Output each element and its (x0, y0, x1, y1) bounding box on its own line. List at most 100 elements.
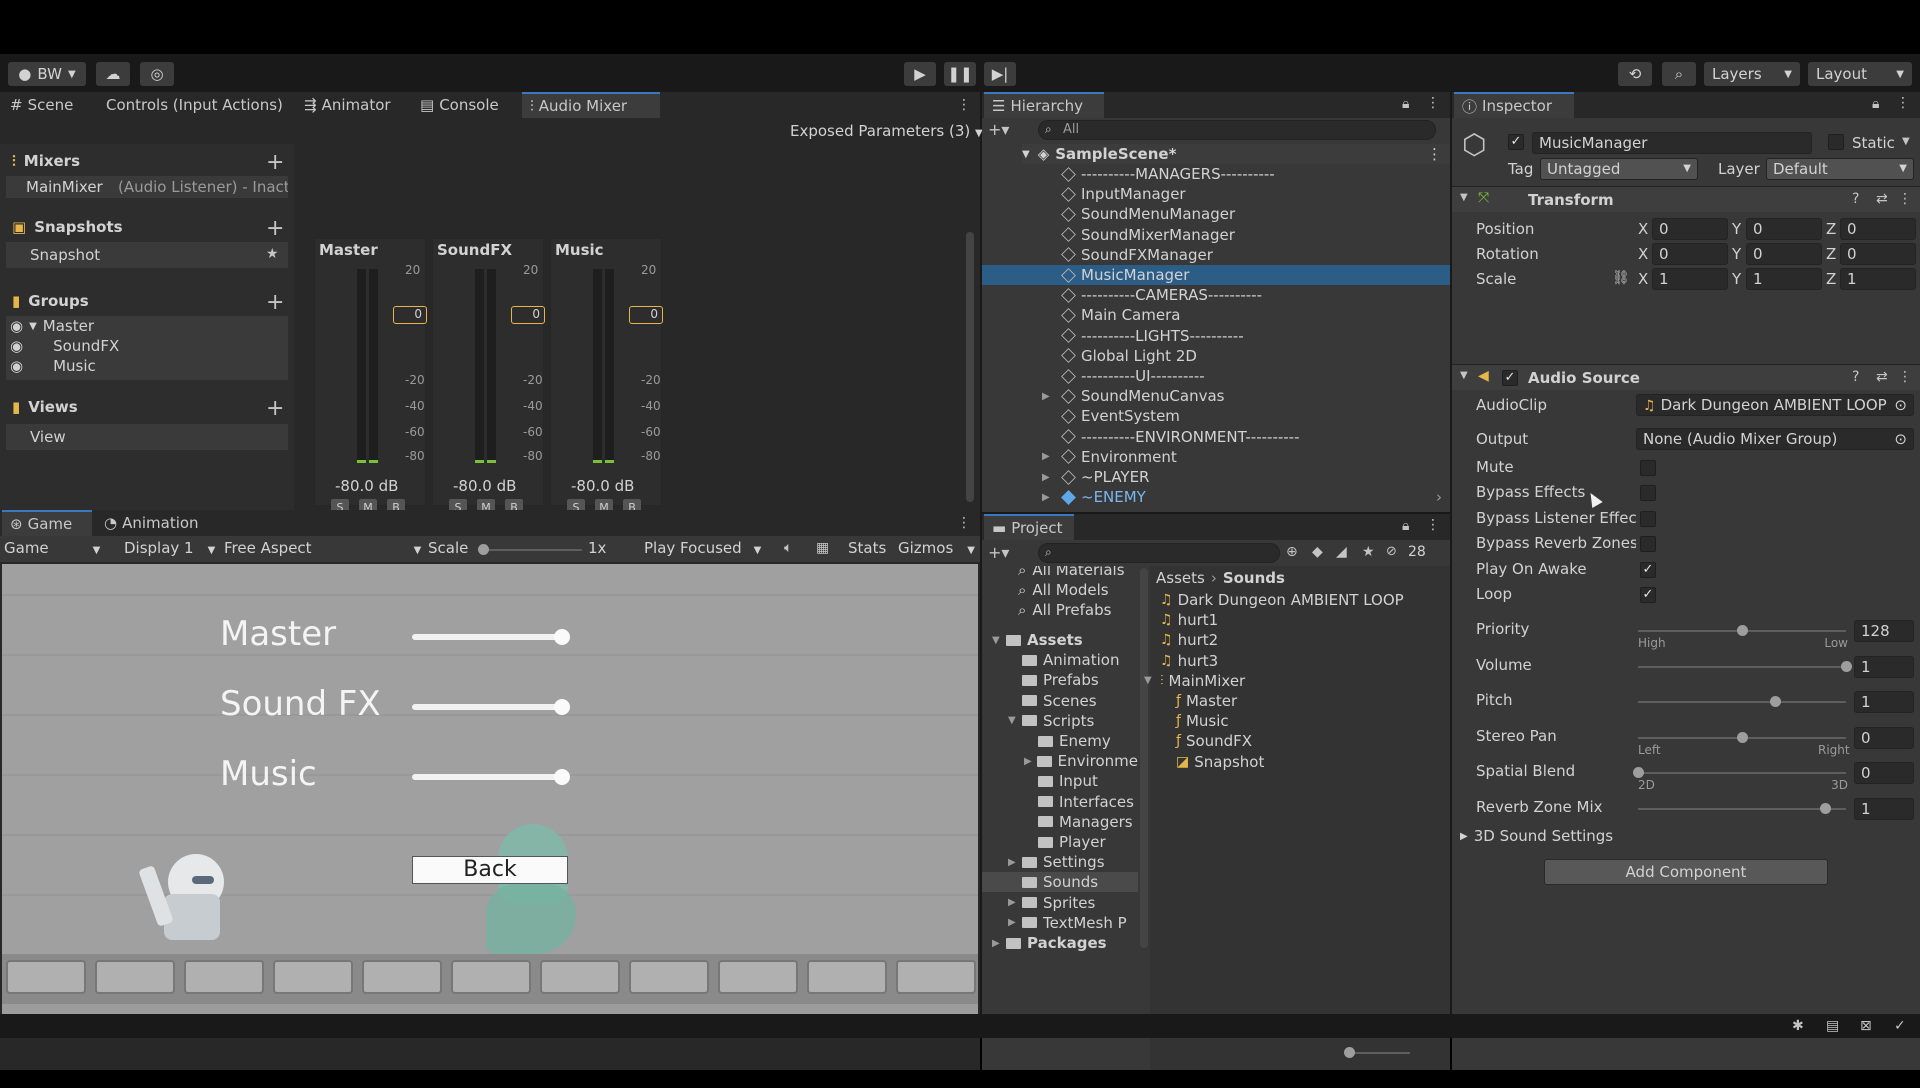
folder-item[interactable]: Enemy (982, 731, 1138, 751)
label-icon[interactable]: ◢ (1336, 544, 1347, 560)
slider-track[interactable] (1638, 665, 1846, 668)
hierarchy-item[interactable]: ▶ ~PLAYER (982, 467, 1450, 487)
chevron-right-icon[interactable]: ▶ (1008, 857, 1022, 868)
transform-y-field[interactable]: 0 (1746, 218, 1822, 240)
chevron-right-icon[interactable]: ▶ (992, 938, 1006, 949)
audioclip-field[interactable]: ♫ Dark Dungeon AMBIENT LOOP ⊙ (1636, 394, 1914, 416)
tab-inspector[interactable]: ⓘ Inspector (1454, 92, 1574, 118)
gizmos-dropdown[interactable]: Gizmos ▼ (898, 539, 975, 557)
slider-value-field[interactable]: 1 (1854, 797, 1914, 820)
hierarchy-item[interactable]: Main Camera (982, 305, 1450, 325)
tab-project[interactable]: ▬ Project (984, 514, 1074, 540)
group-soundfx[interactable]: ◉ SoundFX (10, 336, 119, 356)
toggle-checkbox[interactable] (1640, 460, 1656, 476)
hierarchy-item[interactable]: ----------ENVIRONMENT---------- (982, 427, 1450, 447)
folder-item[interactable]: Managers (982, 812, 1138, 832)
hierarchy-item[interactable]: MusicManager (982, 265, 1450, 285)
preset-icon[interactable]: ⇄ (1876, 369, 1888, 385)
slider-value-field[interactable]: 128 (1854, 620, 1914, 642)
breadcrumb-assets[interactable]: Assets (1156, 569, 1205, 587)
chevron-right-icon[interactable]: ▶ (1024, 756, 1037, 767)
more-icon[interactable]: ⋮ (1898, 369, 1912, 385)
slider-knob[interactable] (1633, 767, 1644, 778)
tab-hierarchy[interactable]: ☰ Hierarchy (984, 92, 1104, 118)
static-checkbox[interactable] (1828, 134, 1844, 150)
aspect-dropdown[interactable]: Free Aspect ▼ (224, 539, 421, 557)
hidden-packages-icon[interactable]: ⊘ (1386, 544, 1397, 559)
volume-fader-handle[interactable]: 0 (511, 306, 545, 324)
chevron-right-icon[interactable]: ▶ (1042, 492, 1050, 503)
tag-dropdown[interactable]: Untagged ▼ (1540, 158, 1698, 180)
asset-item[interactable]: ♫ hurt1 (1160, 610, 1218, 630)
chevron-down-icon[interactable]: ▼ (1460, 370, 1468, 381)
volume-fader-handle[interactable]: 0 (629, 306, 663, 324)
audio-source-enabled-checkbox[interactable]: ✓ (1502, 370, 1518, 386)
asset-item[interactable]: ♫ hurt2 (1160, 630, 1218, 650)
slider-knob[interactable] (1820, 802, 1832, 814)
audio-source-header[interactable]: ▼ ◀ ✓ Audio Source ? ⇄ ⋮ (1452, 364, 1920, 390)
check-icon[interactable]: ✓ (1894, 1018, 1906, 1034)
hierarchy-item[interactable]: ▶ ~ENEMY › (982, 487, 1450, 507)
add-snapshot-button[interactable]: + (266, 216, 284, 241)
more-icon[interactable]: ⋮ (1426, 517, 1440, 533)
play-focus-dropdown[interactable]: Play Focused ▼ (644, 539, 761, 557)
hierarchy-item[interactable]: ----------LIGHTS---------- (982, 326, 1450, 346)
create-button[interactable]: +▾ (988, 543, 1009, 562)
debug-icon[interactable]: ✱ (1792, 1018, 1804, 1034)
history-button[interactable]: ⟲ (1618, 62, 1652, 86)
chevron-right-icon[interactable]: › (1436, 488, 1442, 506)
scene-row[interactable]: ▼ ◈ SampleScene* ⋮ (1022, 144, 1450, 164)
lock-icon[interactable]: 🔒︎ (1872, 96, 1879, 112)
folder-item[interactable]: Prefabs (982, 670, 1138, 690)
toggle-checkbox[interactable] (1640, 536, 1656, 553)
eye-icon[interactable]: ◉ (10, 317, 23, 335)
sound3d-foldout[interactable]: ▶ 3D Sound Settings (1460, 826, 1613, 846)
asset-item[interactable]: ♫ hurt3 (1160, 651, 1218, 671)
pause-button[interactable]: ❚❚ (944, 62, 976, 86)
asset-item[interactable]: ƒ Music (1176, 711, 1229, 731)
hierarchy-item[interactable]: ▶ Environment (982, 447, 1450, 467)
transform-z-field[interactable]: 0 (1840, 243, 1916, 265)
volume-slider-knob[interactable] (554, 769, 570, 785)
layer-dropdown[interactable]: Default ▼ (1766, 158, 1914, 180)
hierarchy-item[interactable]: ▶ SoundMenuCanvas (982, 386, 1450, 406)
slider-value-field[interactable]: 0 (1854, 726, 1914, 749)
asset-item[interactable]: ƒ Master (1176, 691, 1237, 711)
chevron-right-icon[interactable]: ▶ (1042, 472, 1050, 483)
slider-value-field[interactable]: 1 (1854, 691, 1914, 713)
output-field[interactable]: None (Audio Mixer Group) ⊙ (1636, 428, 1914, 450)
step-button[interactable]: ▶| (984, 62, 1016, 86)
search-button[interactable]: ⌕ (1662, 62, 1696, 86)
chevron-down-icon[interactable]: ▼ (992, 635, 1006, 646)
group-master[interactable]: ◉ ▼ Master (10, 316, 94, 336)
folder-item[interactable]: Sounds (982, 872, 1138, 893)
chevron-right-icon[interactable]: ▶ (1008, 897, 1022, 908)
filter-icon[interactable]: ◆ (1312, 544, 1323, 560)
hierarchy-item[interactable]: EventSystem (982, 406, 1450, 426)
favorite-item[interactable]: ⌕ All Models (1018, 580, 1109, 600)
add-mixer-button[interactable]: + (266, 150, 284, 175)
slider-track[interactable] (1638, 807, 1846, 810)
mixer-scrollbar[interactable] (966, 232, 974, 502)
lock-icon[interactable]: 🔒︎ (1402, 96, 1409, 112)
volume-fader-handle[interactable]: 0 (393, 306, 427, 324)
transform-header[interactable]: ▼ ⤧ Transform ? ⇄ ⋮ (1452, 186, 1920, 212)
volume-slider-track[interactable] (412, 704, 562, 710)
add-group-button[interactable]: + (266, 290, 284, 315)
search-by-type-icon[interactable]: ⊕ (1286, 544, 1298, 560)
more-icon[interactable]: ⋮ (1898, 191, 1912, 207)
folder-item[interactable]: Player (982, 832, 1138, 852)
collab-button[interactable]: ◎ (140, 62, 174, 86)
more-icon[interactable]: ⋮ (1427, 145, 1442, 163)
keyboard-icon[interactable]: ▦ (816, 540, 829, 556)
display-dropdown[interactable]: Display 1 ▼ (124, 539, 215, 557)
volume-slider-track[interactable] (412, 774, 562, 780)
folder-item[interactable]: ▼ Scripts (982, 711, 1138, 731)
transform-z-field[interactable]: 0 (1840, 218, 1916, 240)
toggle-checkbox[interactable] (1640, 510, 1656, 527)
chevron-right-icon[interactable]: ▶ (1042, 391, 1050, 402)
hierarchy-search-input[interactable]: ⌕ All (1038, 120, 1436, 140)
slider-knob[interactable] (1841, 660, 1852, 672)
folder-item[interactable]: ▶ Settings (982, 852, 1138, 872)
slider-value-field[interactable]: 0 (1854, 762, 1914, 784)
